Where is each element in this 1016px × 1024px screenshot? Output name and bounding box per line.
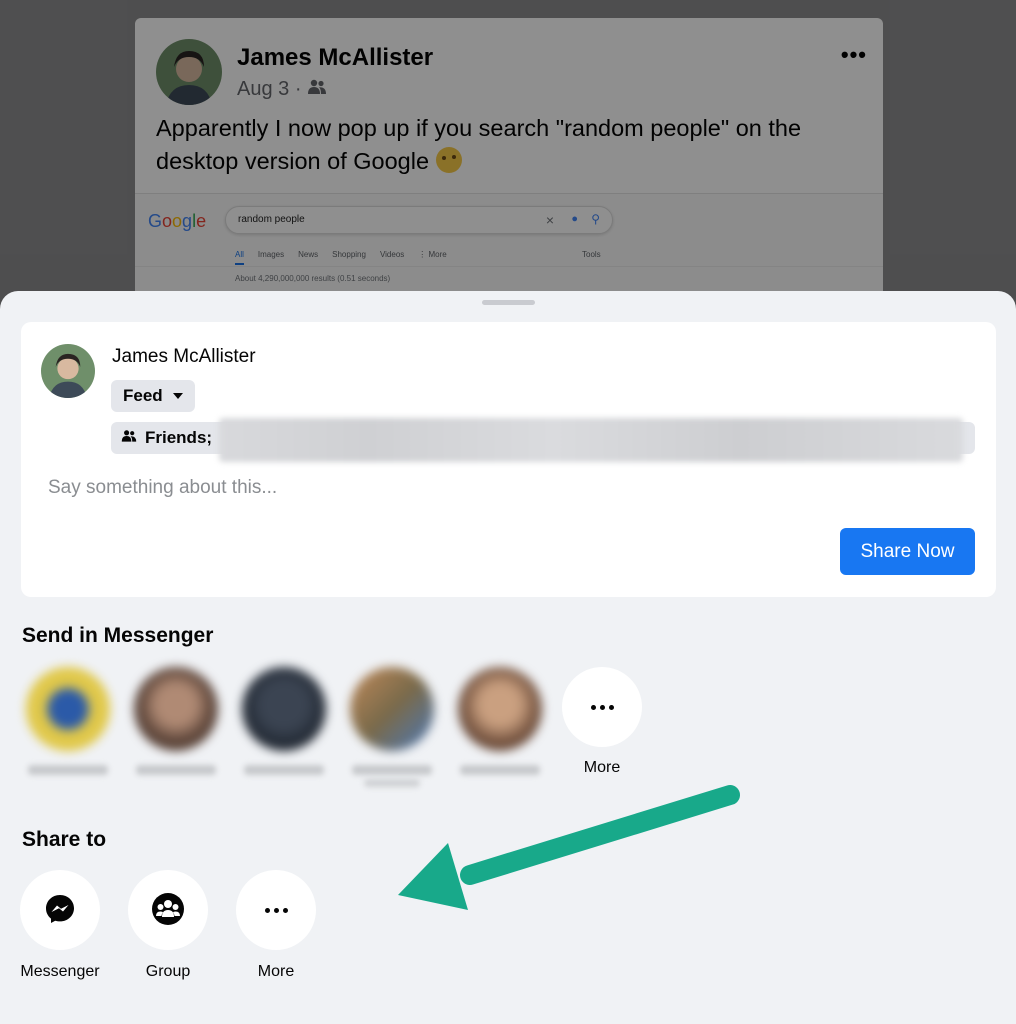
annotation-arrow <box>398 785 740 910</box>
annotation-arrow-head <box>398 843 468 910</box>
annotation-arrow-shaft <box>460 785 740 885</box>
